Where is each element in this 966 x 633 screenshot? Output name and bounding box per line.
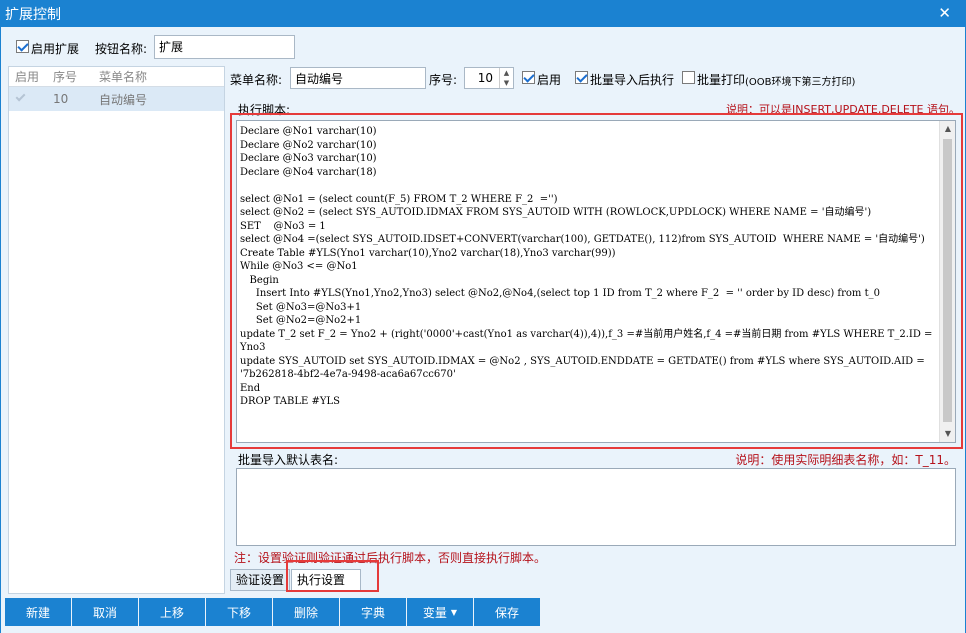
batch-table-note: 说明：使用实际明细表名称，如：T_11。 [735, 453, 956, 467]
menu-name-input[interactable]: 自动编号 [290, 67, 426, 89]
enable-extension-checkbox[interactable] [16, 40, 29, 53]
move-down-button[interactable]: 下移 [206, 598, 272, 626]
footer-note: 注：设置验证则验证通过后执行脚本，否则直接执行脚本。 [234, 551, 547, 565]
row-menu-name: 自动编号 [99, 92, 148, 107]
cancel-button[interactable]: 取消 [72, 598, 138, 626]
menu-name-label: 菜单名称: [230, 73, 283, 87]
menu-list-grid: 启用 序号 菜单名称 10 自动编号 [8, 66, 225, 594]
dialog-body: 启用扩展 按钮名称: 扩展 启用 序号 菜单名称 10 自动编号 菜单名称: 自… [0, 27, 966, 633]
new-button[interactable]: 新建 [5, 598, 71, 626]
batch-print-note: (OOB环境下第三方打印) [745, 77, 856, 88]
highlight-script-box [230, 113, 963, 449]
save-button[interactable]: 保存 [474, 598, 540, 626]
dictionary-button[interactable]: 字典 [340, 598, 406, 626]
window-titlebar: 扩展控制 ✕ [0, 0, 966, 27]
chevron-down-icon: ▼ [450, 607, 458, 617]
stepper-up-icon[interactable]: ▲ [500, 68, 513, 78]
enable-checkbox[interactable] [522, 71, 535, 84]
batch-print-label: 批量打印 [697, 73, 746, 87]
stepper-down-icon[interactable]: ▼ [500, 78, 513, 88]
enable-extension-label: 启用扩展 [31, 42, 80, 56]
column-header-enabled[interactable]: 启用 [9, 68, 47, 85]
variables-button-label: 变量 [422, 605, 447, 620]
extension-toolbar: 启用扩展 按钮名称: 扩展 [1, 35, 401, 59]
highlight-tab-box [286, 560, 379, 592]
menu-detail-panel: 菜单名称: 自动编号 序号: 10 ▲ ▼ 启用 批量导入后执行 批量打印 (O… [228, 66, 964, 594]
tab-validation-settings[interactable]: 验证设置 [230, 569, 291, 591]
stepper-arrows[interactable]: ▲ ▼ [499, 68, 513, 88]
seq-stepper[interactable]: 10 ▲ ▼ [464, 67, 514, 89]
batch-print-checkbox[interactable] [682, 71, 695, 84]
grid-header: 启用 序号 菜单名称 [9, 67, 224, 87]
row-seq: 10 [53, 92, 69, 106]
move-up-button[interactable]: 上移 [139, 598, 205, 626]
table-row[interactable]: 10 自动编号 [9, 87, 224, 111]
column-header-seq[interactable]: 序号 [47, 68, 93, 85]
batch-table-textarea[interactable] [236, 468, 956, 546]
button-name-input[interactable]: 扩展 [154, 35, 295, 59]
button-name-label: 按钮名称: [95, 42, 148, 56]
action-button-bar: 新建 取消 上移 下移 删除 字典 变量 ▼ 保存 [5, 598, 541, 626]
close-icon[interactable]: ✕ [938, 4, 951, 22]
batch-table-label: 批量导入默认表名: [238, 453, 339, 467]
batch-after-label: 批量导入后执行 [590, 73, 675, 87]
window-title: 扩展控制 [5, 6, 61, 23]
enable-label: 启用 [537, 73, 562, 87]
seq-label: 序号: [429, 73, 458, 87]
variables-button[interactable]: 变量 ▼ [407, 598, 473, 626]
batch-after-checkbox[interactable] [575, 71, 588, 84]
column-header-menu-name[interactable]: 菜单名称 [93, 68, 224, 85]
row-enabled-check-icon[interactable] [9, 92, 47, 106]
delete-button[interactable]: 删除 [273, 598, 339, 626]
seq-value: 10 [477, 71, 493, 85]
